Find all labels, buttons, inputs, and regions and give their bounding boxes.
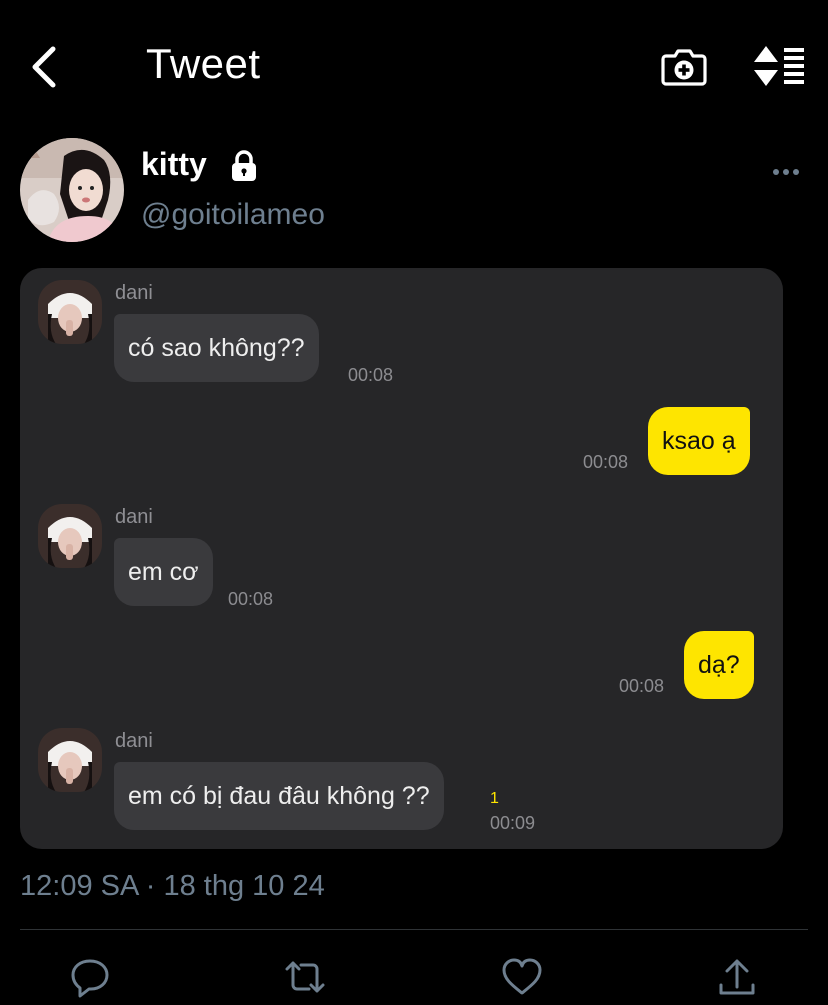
tweet-timestamp: 12:09 SA · 18 thg 10 24 [20, 870, 325, 902]
message-bubble: em có bị đau đâu không ?? [114, 762, 444, 830]
chat-avatar [38, 504, 102, 568]
message-time: 00:09 [490, 813, 536, 833]
sender-name: dani [115, 282, 153, 304]
sender-name: dani [115, 506, 153, 528]
chevron-left-icon [32, 46, 56, 88]
message-bubble: có sao không?? [114, 314, 319, 382]
more-button[interactable] [764, 160, 808, 184]
divider [20, 929, 808, 930]
message-bubble-self: dạ? [684, 631, 754, 699]
share-icon [719, 959, 755, 995]
lock-icon [228, 150, 260, 182]
reply-button[interactable] [68, 955, 112, 999]
message-bubble: em cơ [114, 538, 213, 606]
like-button[interactable] [500, 955, 544, 999]
message-time: 00:08 [228, 589, 274, 609]
message-time: 00:08 [619, 676, 665, 696]
more-dots-icon [773, 169, 799, 175]
heart-icon [502, 958, 542, 995]
sort-button[interactable] [752, 42, 808, 90]
message-bubble-self: ksao ạ [648, 407, 750, 475]
message-time: 00:08 [583, 452, 629, 472]
page-title: Tweet [146, 40, 261, 87]
message-time: 00:08 [348, 365, 394, 385]
reply-icon [71, 959, 109, 998]
display-name: kitty [141, 146, 207, 182]
camera-plus-icon [661, 49, 707, 86]
retweet-button[interactable] [283, 955, 327, 999]
share-button[interactable] [715, 955, 759, 999]
embedded-chat-image[interactable]: dani có sao không?? 00:08 00:08 ksao ạ d… [20, 268, 783, 849]
sender-name: dani [115, 730, 153, 752]
sort-icon [754, 46, 804, 86]
username-handle: @goitoilameo [141, 198, 325, 231]
retweet-icon [285, 961, 325, 993]
camera-button[interactable] [660, 42, 708, 90]
chat-avatar [38, 728, 102, 792]
back-button[interactable] [22, 40, 66, 94]
unread-count: 1 [490, 790, 499, 807]
chat-avatar [38, 280, 102, 344]
avatar[interactable] [20, 138, 124, 242]
